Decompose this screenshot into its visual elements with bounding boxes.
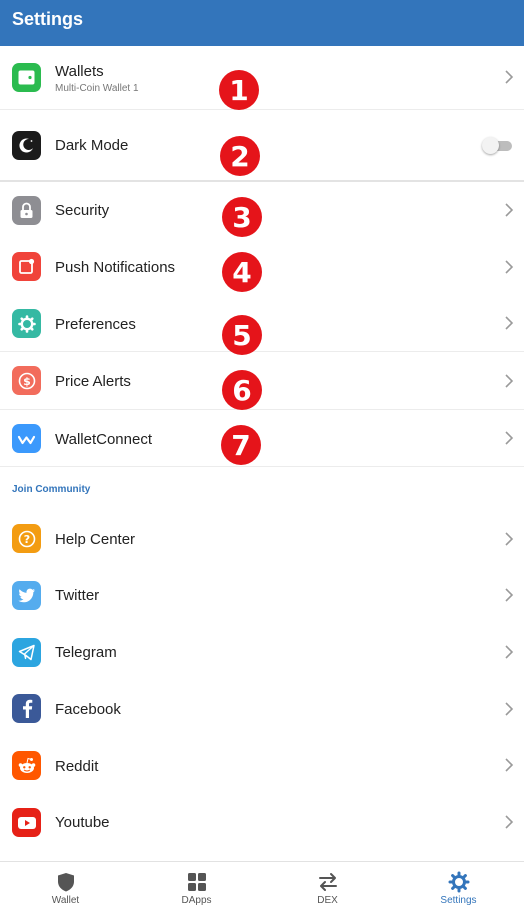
moon-icon xyxy=(12,131,41,160)
lock-icon xyxy=(12,196,41,225)
settings-item-label: WalletConnect xyxy=(55,431,152,448)
annotation-badge-1: 1 xyxy=(219,70,259,110)
chevron-right-icon xyxy=(505,260,514,274)
settings-item-dark-mode: Dark Mode xyxy=(0,110,524,180)
settings-item-price-alerts[interactable]: $ Price Alerts xyxy=(0,352,524,409)
tab-label: DApps xyxy=(181,895,212,906)
chevron-right-icon xyxy=(505,316,514,330)
annotation-badge-6: 6 xyxy=(222,370,262,410)
settings-item-sublabel: Multi-Coin Wallet 1 xyxy=(55,83,139,94)
toggle-knob xyxy=(482,137,499,154)
page-title: Settings xyxy=(12,9,84,29)
gear-icon xyxy=(448,871,469,893)
community-item-label: Facebook xyxy=(55,701,121,718)
chevron-right-icon xyxy=(505,758,514,772)
community-item-label: Youtube xyxy=(55,814,110,831)
telegram-icon xyxy=(12,638,41,667)
chevron-right-icon xyxy=(505,588,514,602)
annotation-badge-2: 2 xyxy=(220,136,260,176)
community-item-label: Reddit xyxy=(55,758,99,775)
settings-item-label: Price Alerts xyxy=(55,373,131,390)
shield-icon xyxy=(57,873,74,892)
youtube-icon xyxy=(12,808,41,837)
facebook-icon xyxy=(12,694,41,723)
community-item-facebook[interactable]: Facebook xyxy=(0,680,524,737)
settings-item-label: Wallets xyxy=(55,63,104,80)
tab-label: DEX xyxy=(317,895,338,906)
chevron-right-icon xyxy=(505,431,514,445)
tab-label: Settings xyxy=(440,895,477,906)
community-item-label: Telegram xyxy=(55,644,117,661)
settings-item-push-notifications[interactable]: Push Notifications xyxy=(0,238,524,295)
chevron-right-icon xyxy=(505,374,514,388)
community-item-label: Twitter xyxy=(55,587,100,604)
grid-icon xyxy=(187,873,206,891)
tab-settings[interactable]: Settings xyxy=(393,862,524,911)
tab-wallet[interactable]: Wallet xyxy=(0,862,131,911)
settings-item-security[interactable]: Security xyxy=(0,182,524,238)
tab-dapps[interactable]: DApps xyxy=(131,862,262,911)
settings-item-walletconnect[interactable]: WalletConnect xyxy=(0,410,524,466)
twitter-icon xyxy=(12,581,41,610)
community-item-twitter[interactable]: Twitter xyxy=(0,567,524,623)
settings-item-wallets[interactable]: Wallets Multi-Coin Wallet 1 xyxy=(0,46,524,109)
annotation-badge-7: 7 xyxy=(221,425,261,465)
section-title-join-community: Join Community xyxy=(12,484,91,495)
community-item-reddit[interactable]: Reddit xyxy=(0,737,524,793)
app-bar: Settings xyxy=(0,0,524,46)
community-item-label: Help Center xyxy=(55,531,136,548)
community-item-help-center[interactable]: ? Help Center xyxy=(0,510,524,567)
tab-dex[interactable]: DEX xyxy=(262,862,393,911)
community-item-youtube[interactable]: Youtube xyxy=(0,793,524,850)
gear-icon xyxy=(12,309,41,338)
settings-item-label: Push Notifications xyxy=(55,259,176,276)
svg-text:$: $ xyxy=(23,375,31,388)
annotation-badge-4: 4 xyxy=(222,252,262,292)
community-item-telegram[interactable]: Telegram xyxy=(0,623,524,680)
settings-item-label: Dark Mode xyxy=(55,137,129,154)
chevron-right-icon xyxy=(505,532,514,546)
chevron-right-icon xyxy=(505,203,514,217)
walletconnect-icon xyxy=(12,424,41,453)
chevron-right-icon xyxy=(505,70,514,84)
dollar-icon: $ xyxy=(12,366,41,395)
reddit-icon xyxy=(12,751,41,780)
chevron-right-icon xyxy=(505,645,514,659)
dark-mode-toggle[interactable] xyxy=(482,137,512,154)
annotation-badge-3: 3 xyxy=(222,197,262,237)
divider xyxy=(0,466,524,467)
wallet-icon xyxy=(12,63,41,92)
annotation-badge-5: 5 xyxy=(222,315,262,355)
help-icon: ? xyxy=(12,524,41,553)
svg-text:?: ? xyxy=(23,533,29,546)
chevron-right-icon xyxy=(505,815,514,829)
tab-label: Wallet xyxy=(51,895,80,906)
settings-item-preferences[interactable]: Preferences xyxy=(0,295,524,351)
bottom-tab-bar: Wallet DApps DEX Settings xyxy=(0,861,524,911)
chevron-right-icon xyxy=(505,702,514,716)
swap-arrows-icon xyxy=(318,873,337,891)
settings-item-label: Security xyxy=(55,202,110,219)
notification-icon xyxy=(12,252,41,281)
settings-item-label: Preferences xyxy=(55,316,136,333)
